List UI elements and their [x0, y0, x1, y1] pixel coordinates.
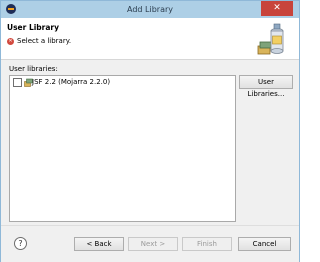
user-libraries-list[interactable]: JSF 2.2 (Mojarra 2.2.0): [9, 75, 236, 222]
help-icon[interactable]: ?: [14, 237, 27, 250]
dialog-footer: ? < Back Next > Finish Cancel: [1, 225, 299, 262]
error-icon: ✕: [7, 38, 14, 45]
window-title: Add Library: [126, 5, 173, 14]
cancel-button[interactable]: Cancel: [238, 237, 291, 251]
header-message: Select a library.: [17, 37, 72, 45]
finish-button[interactable]: Finish: [182, 237, 232, 251]
back-button[interactable]: < Back: [74, 237, 124, 251]
library-checkbox[interactable]: [13, 78, 22, 87]
dialog-header: User Library ✕ Select a library.: [1, 18, 299, 60]
main-panel: User libraries: JSF 2.2 (Mojarra 2.2.0) …: [1, 60, 299, 225]
next-button[interactable]: Next >: [128, 237, 178, 251]
header-title: User Library: [7, 23, 60, 32]
close-button[interactable]: ✕: [261, 1, 293, 16]
add-library-dialog: Add Library ✕ User Library ✕ Select a li…: [0, 0, 300, 262]
library-jar-icon: [257, 23, 284, 55]
user-libraries-button[interactable]: User Libraries...: [239, 75, 293, 98]
user-libraries-label: User libraries:: [9, 65, 58, 73]
library-label: JSF 2.2 (Mojarra 2.2.0): [32, 78, 111, 86]
title-bar[interactable]: Add Library ✕: [1, 1, 299, 18]
